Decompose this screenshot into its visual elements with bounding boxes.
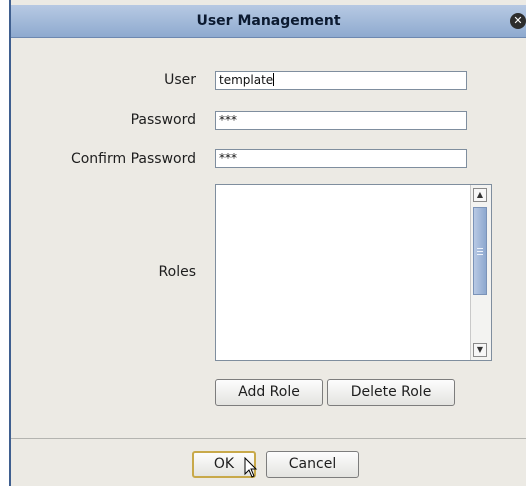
footer-separator xyxy=(11,438,526,439)
user-field[interactable]: template xyxy=(215,71,467,90)
user-value: template xyxy=(219,73,274,87)
roles-scrollbar[interactable]: ▲ ▼ xyxy=(470,185,491,360)
add-role-button[interactable]: Add Role xyxy=(215,379,323,406)
scroll-thumb[interactable] xyxy=(473,207,487,295)
password-field[interactable]: *** xyxy=(215,111,467,130)
scroll-down-icon[interactable]: ▼ xyxy=(473,343,487,357)
confirm-password-label: Confirm Password xyxy=(70,151,196,167)
close-icon[interactable]: ✕ xyxy=(510,13,526,29)
pointer-cursor-icon xyxy=(244,457,258,478)
dialog-title: User Management xyxy=(196,13,341,29)
text-caret xyxy=(273,73,275,86)
grip-line xyxy=(477,254,483,255)
roles-list[interactable]: ▲ ▼ xyxy=(215,184,492,361)
confirm-password-field[interactable]: *** xyxy=(215,149,467,168)
delete-role-button[interactable]: Delete Role xyxy=(327,379,455,406)
cancel-button[interactable]: Cancel xyxy=(266,451,359,478)
user-label: User xyxy=(164,72,196,88)
roles-label: Roles xyxy=(158,264,196,280)
user-management-dialog: User Management ✕ User template Password… xyxy=(9,0,526,486)
title-bar[interactable]: User Management ✕ xyxy=(11,5,526,38)
password-label: Password xyxy=(130,112,196,128)
grip-line xyxy=(477,251,483,252)
scroll-up-icon[interactable]: ▲ xyxy=(473,188,487,202)
grip-line xyxy=(477,248,483,249)
